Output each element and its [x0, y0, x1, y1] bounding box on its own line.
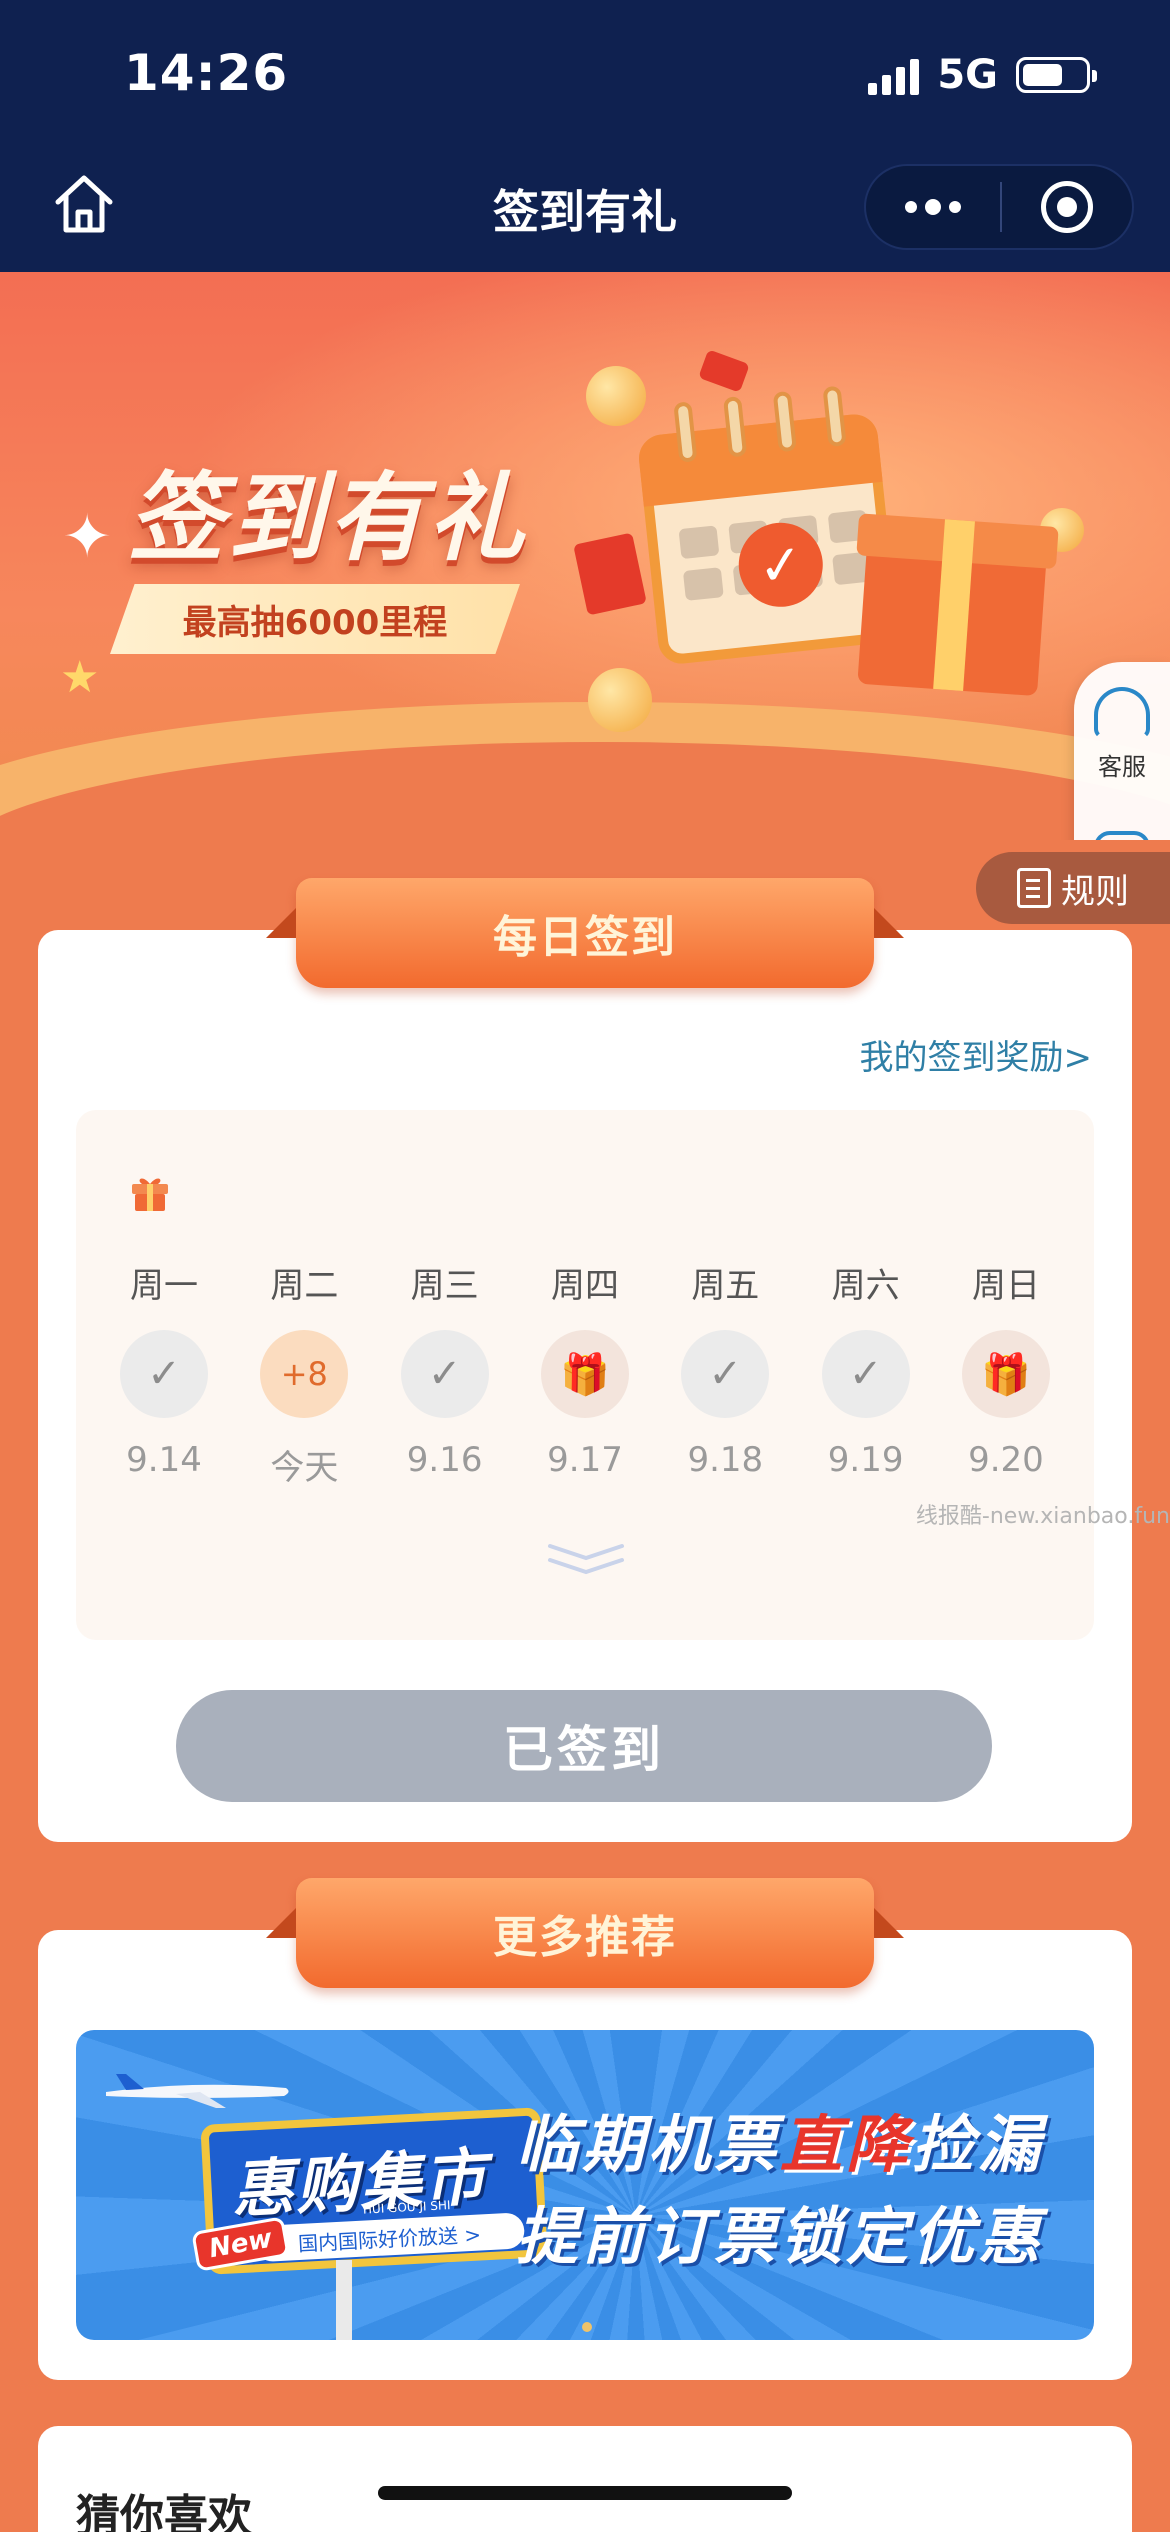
day-date: 9.16	[406, 1440, 483, 1480]
customer-service-label: 客服	[1098, 752, 1146, 781]
day-date: 9.14	[126, 1440, 202, 1480]
day-friday: 周五 ✓ 9.18	[677, 1258, 773, 1489]
home-indicator	[378, 2486, 792, 2500]
more-recommendations-ribbon: 更多推荐	[266, 1878, 904, 1988]
day-tuesday: 周二 +8 今天	[256, 1258, 352, 1489]
week-panel: 周一 ✓ 9.14 周二 +8 今天 周三 ✓ 9.16 周四 🎁 9.17 周…	[76, 1110, 1094, 1640]
gift-icon: 🎁	[540, 1330, 629, 1418]
banner-subtitle: 最高抽6000里程	[110, 584, 520, 654]
week-days: 周一 ✓ 9.14 周二 +8 今天 周三 ✓ 9.16 周四 🎁 9.17 周…	[116, 1258, 1054, 1489]
day-sunday: 周日 🎁 9.20	[958, 1258, 1054, 1489]
red-envelope-icon	[698, 349, 750, 393]
day-name: 周一	[130, 1266, 198, 1306]
promo-highlight: 直降	[780, 2108, 913, 2181]
headset-icon	[1094, 686, 1150, 739]
day-name: 周三	[410, 1266, 479, 1306]
more-dots-icon[interactable]	[866, 166, 1000, 248]
daily-signin-ribbon: 每日签到	[266, 878, 904, 988]
check-icon: ✓	[681, 1330, 770, 1418]
day-name: 周二	[270, 1266, 339, 1306]
my-rewards-link[interactable]: 我的签到奖励>	[860, 1030, 1093, 1079]
day-date: 今天	[270, 1448, 339, 1488]
status-time: 14:26	[124, 44, 289, 102]
airplane-icon	[106, 2074, 289, 2108]
mini-program-capsule	[864, 164, 1134, 250]
watermark: 线报酷-new.xianbao.fun	[915, 1504, 1170, 1529]
day-name: 周六	[831, 1266, 900, 1306]
day-saturday: 周六 ✓ 9.19	[818, 1258, 914, 1489]
points-badge: +8	[260, 1330, 349, 1418]
daily-signin-card: 我的签到奖励> 周一 ✓ 9.14 周二 +8 今天 周三 ✓ 9.16 周四 …	[38, 930, 1132, 1842]
day-name: 周日	[971, 1266, 1040, 1306]
day-thursday: 周四 🎁 9.17	[537, 1258, 633, 1489]
day-date: 9.18	[687, 1440, 764, 1480]
check-icon: ✓	[821, 1330, 910, 1418]
day-date: 9.20	[968, 1440, 1044, 1480]
message-icon	[1094, 830, 1150, 840]
day-wednesday: 周三 ✓ 9.16	[397, 1258, 493, 1489]
battery-level	[1023, 64, 1062, 86]
status-indicators: 5G	[868, 52, 1097, 98]
day-name: 周四	[550, 1266, 619, 1306]
promo-headline: 临期机票直降捡漏	[516, 2108, 1045, 2181]
mailbox-button[interactable]: 信箱	[1074, 806, 1170, 840]
sparkle-icon: ★	[60, 652, 100, 703]
rules-label: 规则	[1061, 871, 1129, 912]
coin-icon	[586, 366, 646, 426]
promo-subline: 提前订票锁定优惠	[516, 2200, 1045, 2273]
rules-button[interactable]: 规则	[976, 852, 1170, 924]
side-float-menu: 客服 信箱	[1074, 662, 1170, 840]
banner-title: 签到有礼	[128, 462, 528, 574]
signal-icon	[868, 55, 920, 95]
more-recommendations-card: 惠购集市 HUI GOU JI SHI 国内国际好价放送 > New 临期机票直…	[38, 1930, 1132, 2380]
expand-chevron-icon[interactable]	[546, 1540, 626, 1580]
customer-service-button[interactable]: 客服	[1074, 662, 1170, 806]
gift-box-icon	[857, 543, 1047, 697]
day-monday: 周一 ✓ 9.14	[116, 1258, 212, 1489]
battery-icon	[1016, 57, 1097, 93]
hero-banner: ✦ ★ 签到有礼 最高抽6000里程 ✓ 客服 信箱	[0, 272, 1170, 840]
sparkle-icon: ✦	[62, 502, 113, 572]
carousel-indicator	[582, 2322, 592, 2332]
gift-icon: 🎁	[961, 1330, 1050, 1418]
check-icon: ✓	[120, 1330, 208, 1418]
top-bar: 14:26 5G 签到有礼	[0, 0, 1170, 272]
promo-banner[interactable]: 惠购集市 HUI GOU JI SHI 国内国际好价放送 > New 临期机票直…	[76, 2030, 1094, 2340]
document-icon	[1017, 868, 1051, 908]
day-date: 9.17	[547, 1440, 623, 1480]
check-icon: ✓	[400, 1330, 489, 1418]
gift-icon	[132, 1178, 168, 1211]
guess-you-like-card: 猜你喜欢	[38, 2426, 1132, 2532]
guess-you-like-title: 猜你喜欢	[76, 2491, 252, 2532]
mini-program-close-icon[interactable]	[1002, 181, 1132, 233]
day-name: 周五	[691, 1266, 760, 1306]
day-date: 9.19	[827, 1440, 904, 1480]
network-type: 5G	[937, 52, 998, 98]
sign-pole	[336, 2260, 352, 2340]
red-envelope-icon	[573, 532, 647, 616]
promo-sign-title: 惠购集市	[229, 2140, 490, 2227]
signed-in-button[interactable]: 已签到	[176, 1690, 992, 1802]
coin-icon	[588, 668, 652, 732]
